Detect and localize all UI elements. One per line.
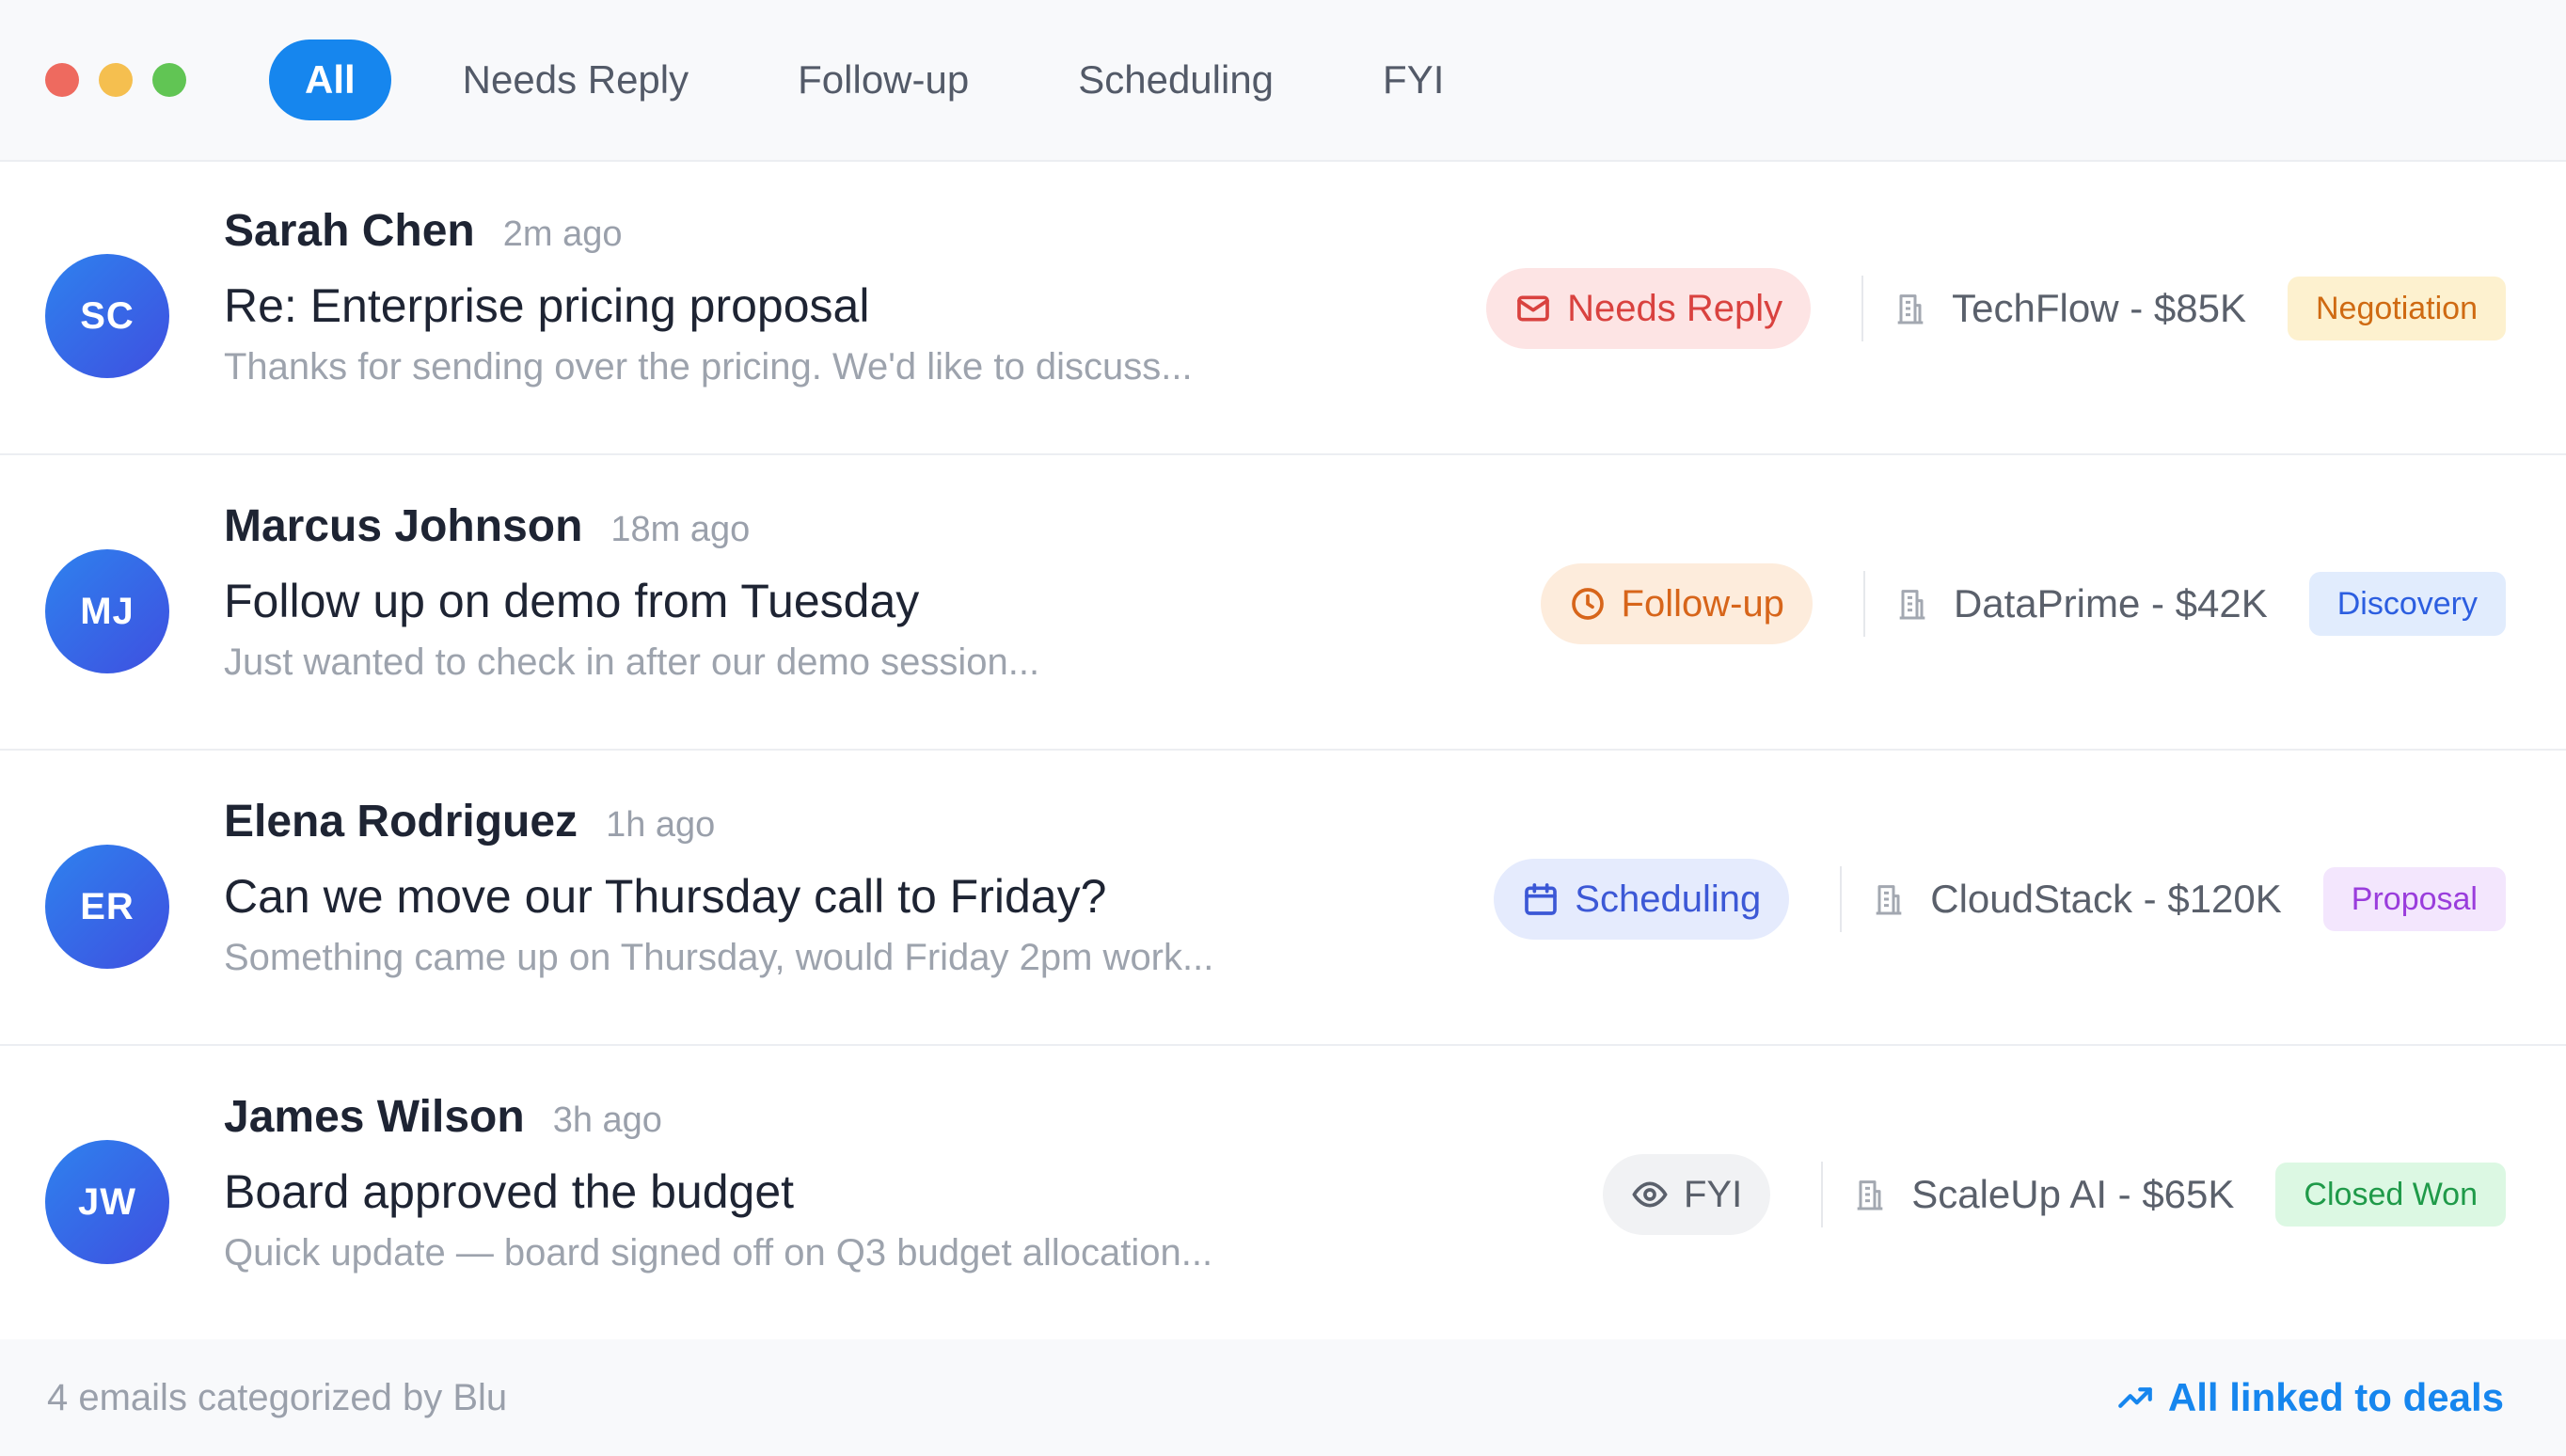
trending-up-icon: [2115, 1378, 2155, 1417]
email-content: Elena Rodriguez 1h ago Can we move our T…: [224, 796, 1447, 979]
sender-name: Sarah Chen: [224, 206, 475, 256]
deal-name: ScaleUp AI - $65K: [1911, 1172, 2235, 1216]
avatar: JW: [45, 1140, 169, 1264]
category-badge-fyi[interactable]: FYI: [1602, 1154, 1771, 1235]
timestamp: 2m ago: [502, 214, 623, 254]
timestamp: 18m ago: [610, 510, 751, 549]
divider: [1840, 866, 1843, 932]
category-badge-follow-up[interactable]: Follow-up: [1540, 563, 1813, 644]
email-meta: Scheduling CloudStack - $120K Proposal: [1494, 752, 2506, 1046]
all-linked-deals-link[interactable]: All linked to deals: [2115, 1375, 2504, 1420]
category-label: Scheduling: [1575, 878, 1762, 920]
email-row[interactable]: SC Sarah Chen 2m ago Re: Enterprise pric…: [0, 162, 2566, 455]
sender-name: Marcus Johnson: [224, 501, 583, 551]
category-label: FYI: [1683, 1173, 1743, 1215]
close-window-button[interactable]: [45, 63, 79, 97]
email-row[interactable]: ER Elena Rodriguez 1h ago Can we move ou…: [0, 752, 2566, 1046]
tab-needs-reply[interactable]: Needs Reply: [429, 40, 722, 120]
category-badge-needs-reply[interactable]: Needs Reply: [1486, 268, 1812, 349]
tab-all[interactable]: All: [269, 40, 391, 120]
email-content: James Wilson 3h ago Board approved the b…: [224, 1091, 1447, 1274]
building-icon: [1892, 290, 1929, 327]
deal-stage-badge: Proposal: [2322, 867, 2506, 931]
building-icon: [1851, 1176, 1889, 1213]
email-preview: Quick update — board signed off on Q3 bu…: [224, 1232, 1213, 1274]
all-linked-deals-label: All linked to deals: [2167, 1375, 2504, 1419]
deal-name: TechFlow - $85K: [1952, 286, 2246, 330]
category-tabs: All Needs Reply Follow-up Scheduling FYI: [269, 40, 1519, 120]
avatar: SC: [45, 254, 169, 378]
minimize-window-button[interactable]: [99, 63, 133, 97]
email-subject: Board approved the budget: [224, 1165, 795, 1218]
email-window: All Needs Reply Follow-up Scheduling FYI…: [0, 0, 2566, 1456]
email-row[interactable]: MJ Marcus Johnson 18m ago Follow up on d…: [0, 457, 2566, 751]
avatar: ER: [45, 845, 169, 969]
category-badge-scheduling[interactable]: Scheduling: [1494, 859, 1790, 940]
email-preview: Thanks for sending over the pricing. We'…: [224, 346, 1193, 388]
email-meta: Needs Reply TechFlow - $85K Negotiation: [1486, 162, 2506, 455]
deal-name: DataPrime - $42K: [1953, 581, 2268, 625]
email-row[interactable]: JW James Wilson 3h ago Board approved th…: [0, 1048, 2566, 1341]
email-content: Sarah Chen 2m ago Re: Enterprise pricing…: [224, 205, 1447, 388]
email-subject: Can we move our Thursday call to Friday?: [224, 870, 1107, 923]
avatar: MJ: [45, 549, 169, 673]
tab-follow-up[interactable]: Follow-up: [764, 40, 1003, 120]
envelope-icon: [1514, 290, 1552, 327]
email-meta: FYI ScaleUp AI - $65K Closed Won: [1602, 1048, 2506, 1341]
building-icon: [1893, 585, 1931, 623]
email-meta: Follow-up DataPrime - $42K Discovery: [1540, 457, 2506, 751]
building-icon: [1870, 880, 1908, 918]
clock-icon: [1569, 585, 1607, 623]
eye-icon: [1631, 1176, 1669, 1213]
deal-link[interactable]: DataPrime - $42K: [1893, 581, 2268, 626]
email-content: Marcus Johnson 18m ago Follow up on demo…: [224, 500, 1447, 684]
maximize-window-button[interactable]: [152, 63, 186, 97]
categorized-summary: 4 emails categorized by Blu: [47, 1376, 508, 1418]
category-label: Follow-up: [1621, 582, 1784, 625]
divider: [1821, 1162, 1824, 1227]
tab-scheduling[interactable]: Scheduling: [1044, 40, 1307, 120]
divider: [1862, 571, 1865, 637]
deal-stage-badge: Closed Won: [2275, 1163, 2506, 1227]
timestamp: 1h ago: [606, 805, 716, 845]
divider: [1861, 276, 1864, 341]
deal-stage-badge: Negotiation: [2287, 277, 2506, 340]
deal-stage-badge: Discovery: [2308, 572, 2506, 636]
calendar-icon: [1522, 880, 1560, 918]
deal-link[interactable]: ScaleUp AI - $65K: [1851, 1172, 2234, 1217]
email-subject: Re: Enterprise pricing proposal: [224, 279, 870, 332]
email-preview: Something came up on Thursday, would Fri…: [224, 937, 1214, 978]
deal-link[interactable]: TechFlow - $85K: [1892, 286, 2246, 331]
window-controls: [45, 63, 186, 97]
email-subject: Follow up on demo from Tuesday: [224, 575, 920, 627]
sender-name: Elena Rodriguez: [224, 797, 578, 847]
email-preview: Just wanted to check in after our demo s…: [224, 641, 1040, 683]
sender-name: James Wilson: [224, 1092, 525, 1142]
deal-name: CloudStack - $120K: [1930, 877, 2282, 921]
category-label: Needs Reply: [1567, 287, 1783, 329]
header-bar: All Needs Reply Follow-up Scheduling FYI: [0, 0, 2566, 162]
footer-bar: 4 emails categorized by Blu All linked t…: [0, 1339, 2566, 1456]
deal-link[interactable]: CloudStack - $120K: [1870, 877, 2282, 922]
timestamp: 3h ago: [552, 1100, 662, 1140]
tab-fyi[interactable]: FYI: [1349, 40, 1478, 120]
